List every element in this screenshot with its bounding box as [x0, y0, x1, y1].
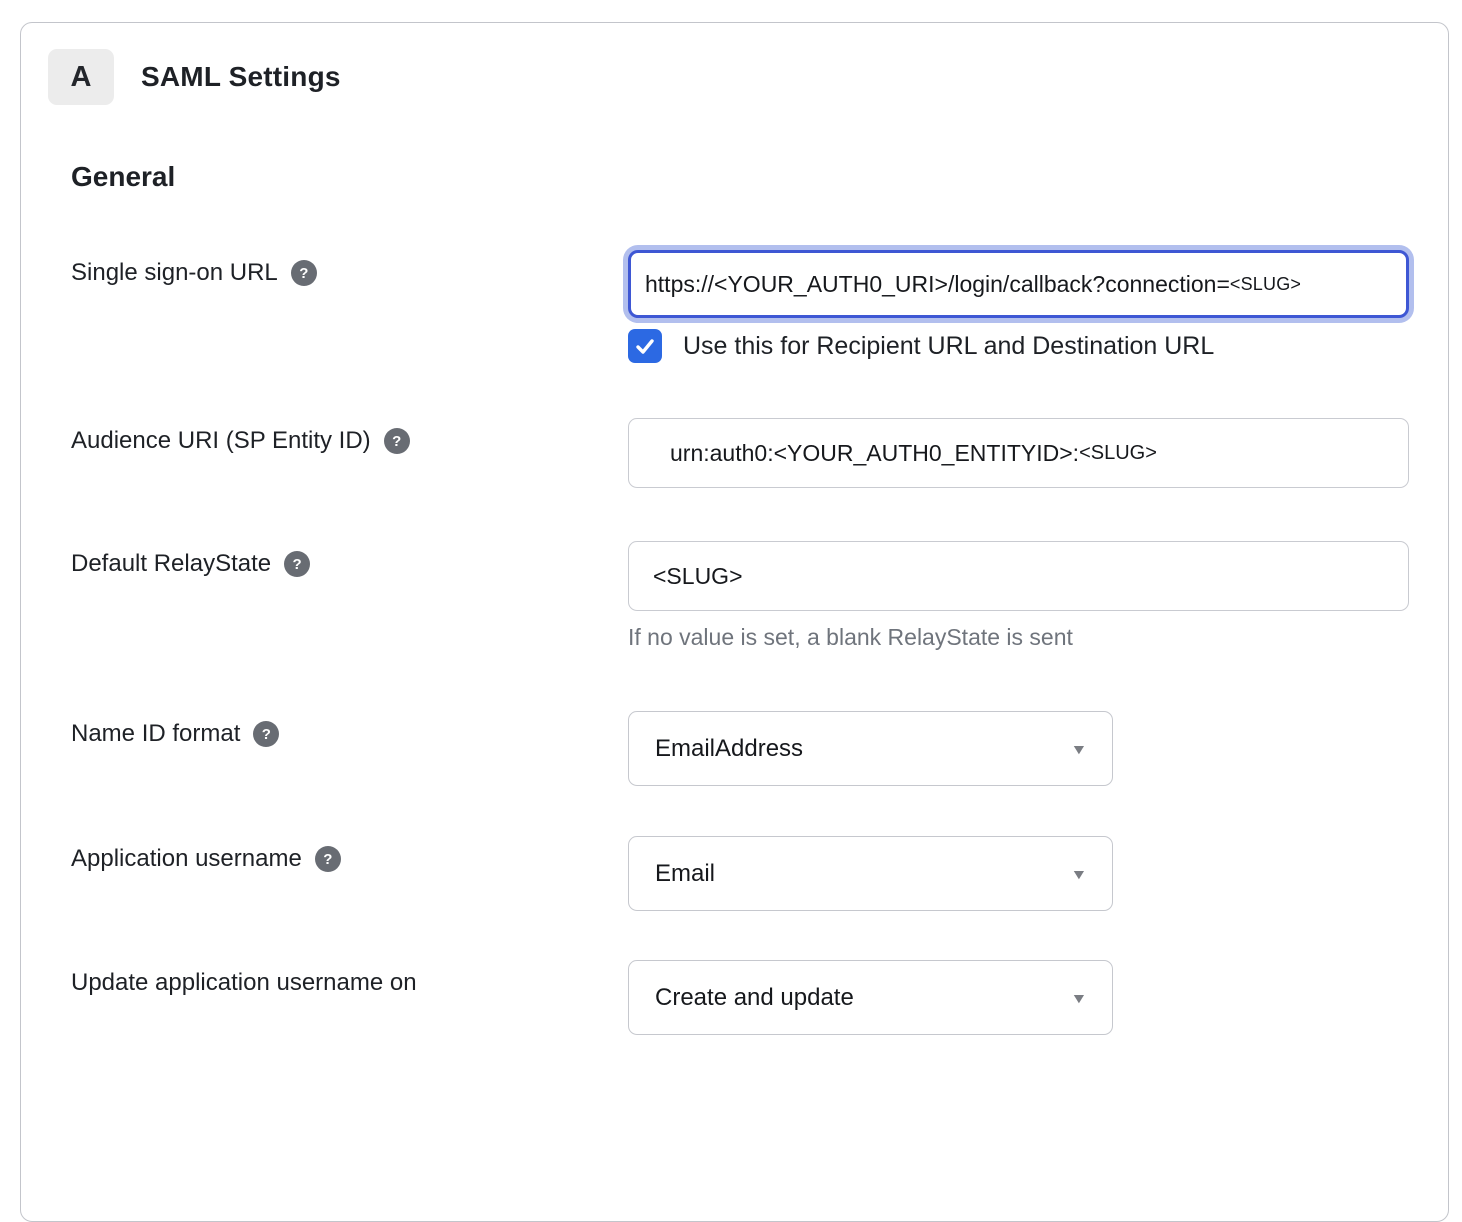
single-sign-on-url-input[interactable]: https://<YOUR_AUTH0_URI>/login/callback?…: [628, 250, 1409, 318]
checkmark-icon: [634, 335, 656, 357]
row-application-username: Application username ? Email ▼: [71, 836, 1448, 911]
help-icon[interactable]: ?: [253, 721, 279, 747]
relaystate-hint: If no value is set, a blank RelayState i…: [628, 624, 1448, 651]
chevron-down-icon: ▼: [1070, 990, 1087, 1006]
recipient-url-checkbox-row: Use this for Recipient URL and Destinati…: [628, 329, 1448, 363]
saml-settings-card: A SAML Settings General Single sign-on U…: [20, 22, 1449, 1222]
row-update-application-username: Update application username on Create an…: [71, 960, 1448, 1035]
row-default-relaystate: Default RelayState ? <SLUG> If no value …: [71, 541, 1448, 651]
audience-uri-slug: <SLUG>: [1079, 442, 1157, 465]
update-application-username-label: Update application username on: [71, 969, 417, 997]
name-id-format-value: EmailAddress: [655, 735, 803, 763]
help-icon[interactable]: ?: [384, 428, 410, 454]
page-title: SAML Settings: [141, 61, 341, 93]
chevron-down-icon: ▼: [1070, 741, 1087, 757]
recipient-url-checkbox-label: Use this for Recipient URL and Destinati…: [683, 332, 1214, 361]
help-icon[interactable]: ?: [315, 846, 341, 872]
section-title-general: General: [71, 161, 1448, 193]
default-relaystate-input[interactable]: <SLUG>: [628, 541, 1409, 611]
help-icon[interactable]: ?: [284, 551, 310, 577]
application-username-value: Email: [655, 860, 715, 888]
audience-uri-value: urn:auth0:<YOUR_AUTH0_ENTITYID>:: [670, 440, 1079, 467]
audience-uri-input[interactable]: urn:auth0:<YOUR_AUTH0_ENTITYID>:<SLUG>: [628, 418, 1409, 488]
row-name-id-format: Name ID format ? EmailAddress ▼: [71, 711, 1448, 786]
single-sign-on-url-label: Single sign-on URL: [71, 259, 278, 287]
audience-uri-label: Audience URI (SP Entity ID): [71, 427, 371, 455]
row-single-sign-on-url: Single sign-on URL ? https://<YOUR_AUTH0…: [71, 250, 1448, 363]
default-relaystate-value: <SLUG>: [653, 563, 743, 590]
default-relaystate-label: Default RelayState: [71, 550, 271, 578]
single-sign-on-url-value: https://<YOUR_AUTH0_URI>/login/callback?…: [645, 271, 1230, 298]
help-icon[interactable]: ?: [291, 260, 317, 286]
card-header: A SAML Settings: [21, 23, 1448, 105]
application-username-select[interactable]: Email ▼: [628, 836, 1113, 911]
single-sign-on-url-slug: <SLUG>: [1230, 274, 1301, 295]
application-username-label: Application username: [71, 845, 302, 873]
row-audience-uri: Audience URI (SP Entity ID) ? urn:auth0:…: [71, 418, 1448, 488]
step-badge: A: [48, 49, 114, 105]
update-application-username-value: Create and update: [655, 984, 854, 1012]
update-application-username-select[interactable]: Create and update ▼: [628, 960, 1113, 1035]
name-id-format-label: Name ID format: [71, 720, 240, 748]
name-id-format-select[interactable]: EmailAddress ▼: [628, 711, 1113, 786]
chevron-down-icon: ▼: [1070, 866, 1087, 882]
recipient-url-checkbox[interactable]: [628, 329, 662, 363]
